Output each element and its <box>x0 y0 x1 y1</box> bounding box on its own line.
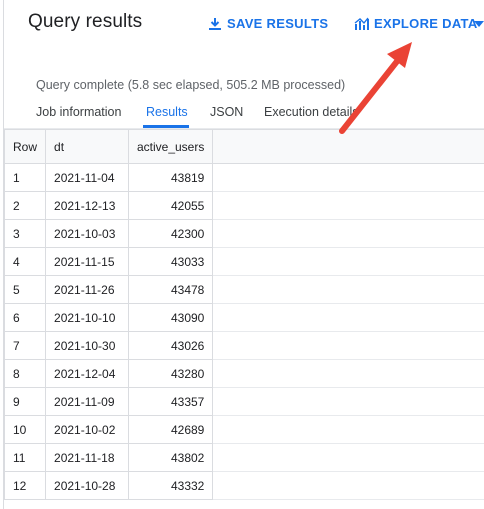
table-body: 1 2021-11-04 43819 2 2021-12-13 42055 3 2021-10… <box>3 163 484 500</box>
cell-active-users: 43033 <box>127 247 214 276</box>
table-row[interactable]: 10 2021-10-02 42689 <box>3 415 484 444</box>
cell-row-number: 11 <box>3 443 47 472</box>
table-row[interactable]: 8 2021-12-04 43280 <box>3 359 484 388</box>
query-results-panel: Query results SAVE RESULTS EXPLORE DATA … <box>0 0 484 509</box>
cell-row-number: 8 <box>3 359 47 388</box>
cell-dt: 2021-12-04 <box>45 359 129 388</box>
cell-active-users: 43090 <box>127 303 214 332</box>
table-row[interactable]: 4 2021-11-15 43033 <box>3 247 484 276</box>
row-filler <box>212 387 484 416</box>
table-row[interactable]: 11 2021-11-18 43802 <box>3 443 484 472</box>
column-header-row[interactable]: Row <box>3 129 47 164</box>
column-header-dt[interactable]: dt <box>45 129 129 164</box>
cell-row-number: 7 <box>3 331 47 360</box>
explore-chart-icon <box>354 17 369 30</box>
cell-row-number: 9 <box>3 387 47 416</box>
cell-dt: 2021-11-09 <box>45 387 129 416</box>
page-title: Query results <box>28 11 143 32</box>
cell-active-users: 43357 <box>127 387 214 416</box>
cell-dt: 2021-11-04 <box>45 163 129 192</box>
cell-active-users: 43478 <box>127 275 214 304</box>
cell-active-users: 42689 <box>127 415 214 444</box>
results-tabs: Job information Results JSON Execution d… <box>36 105 484 129</box>
tab-json[interactable]: JSON <box>210 105 243 129</box>
explore-data-label: EXPLORE DATA <box>374 16 478 31</box>
cell-active-users: 43819 <box>127 163 214 192</box>
row-filler <box>212 443 484 472</box>
cell-row-number: 1 <box>3 163 47 192</box>
cell-row-number: 4 <box>3 247 47 276</box>
cell-dt: 2021-12-13 <box>45 191 129 220</box>
cell-active-users: 42055 <box>127 191 214 220</box>
cell-active-users: 43280 <box>127 359 214 388</box>
cell-dt: 2021-11-18 <box>45 443 129 472</box>
row-filler <box>212 191 484 220</box>
table-row[interactable]: 12 2021-10-28 43332 <box>3 471 484 500</box>
tab-execution-details[interactable]: Execution details <box>264 105 359 129</box>
table-row[interactable]: 9 2021-11-09 43357 <box>3 387 484 416</box>
row-filler <box>212 275 484 304</box>
save-results-label: SAVE RESULTS <box>227 16 329 31</box>
cell-dt: 2021-11-15 <box>45 247 129 276</box>
cell-active-users: 43802 <box>127 443 214 472</box>
row-filler <box>212 471 484 500</box>
table-row[interactable]: 2 2021-12-13 42055 <box>3 191 484 220</box>
table-row[interactable]: 3 2021-10-03 42300 <box>3 219 484 248</box>
cell-row-number: 3 <box>3 219 47 248</box>
row-filler <box>212 219 484 248</box>
table-row[interactable]: 5 2021-11-26 43478 <box>3 275 484 304</box>
query-status: Query complete (5.8 sec elapsed, 505.2 M… <box>36 78 346 92</box>
results-table: Row dt active_users 1 2021-11-04 43819 2 202… <box>3 129 484 500</box>
cell-dt: 2021-10-02 <box>45 415 129 444</box>
download-icon <box>209 17 221 30</box>
table-row[interactable]: 6 2021-10-10 43090 <box>3 303 484 332</box>
cell-row-number: 12 <box>3 471 47 500</box>
row-filler <box>212 247 484 276</box>
cell-dt: 2021-10-30 <box>45 331 129 360</box>
cell-active-users: 42300 <box>127 219 214 248</box>
row-filler <box>212 303 484 332</box>
row-filler <box>212 163 484 192</box>
row-filler <box>212 331 484 360</box>
cell-dt: 2021-10-10 <box>45 303 129 332</box>
table-row[interactable]: 1 2021-11-04 43819 <box>3 163 484 192</box>
cell-row-number: 5 <box>3 275 47 304</box>
save-results-button[interactable]: SAVE RESULTS <box>208 16 328 31</box>
annotation-arrow-head <box>387 42 412 68</box>
header-filler <box>212 129 484 164</box>
cell-row-number: 2 <box>3 191 47 220</box>
table-row[interactable]: 7 2021-10-30 43026 <box>3 331 484 360</box>
row-filler <box>212 359 484 388</box>
cell-dt: 2021-10-03 <box>45 219 129 248</box>
explore-data-button[interactable]: EXPLORE DATA <box>354 16 478 31</box>
cell-active-users: 43332 <box>127 471 214 500</box>
cell-active-users: 43026 <box>127 331 214 360</box>
tab-job-information[interactable]: Job information <box>36 105 121 129</box>
row-filler <box>212 415 484 444</box>
column-header-active-users[interactable]: active_users <box>127 129 214 164</box>
table-header-row: Row dt active_users <box>3 129 484 164</box>
cell-row-number: 10 <box>3 415 47 444</box>
caret-down-icon[interactable] <box>474 21 484 27</box>
cell-dt: 2021-11-26 <box>45 275 129 304</box>
cell-dt: 2021-10-28 <box>45 471 129 500</box>
cell-row-number: 6 <box>3 303 47 332</box>
